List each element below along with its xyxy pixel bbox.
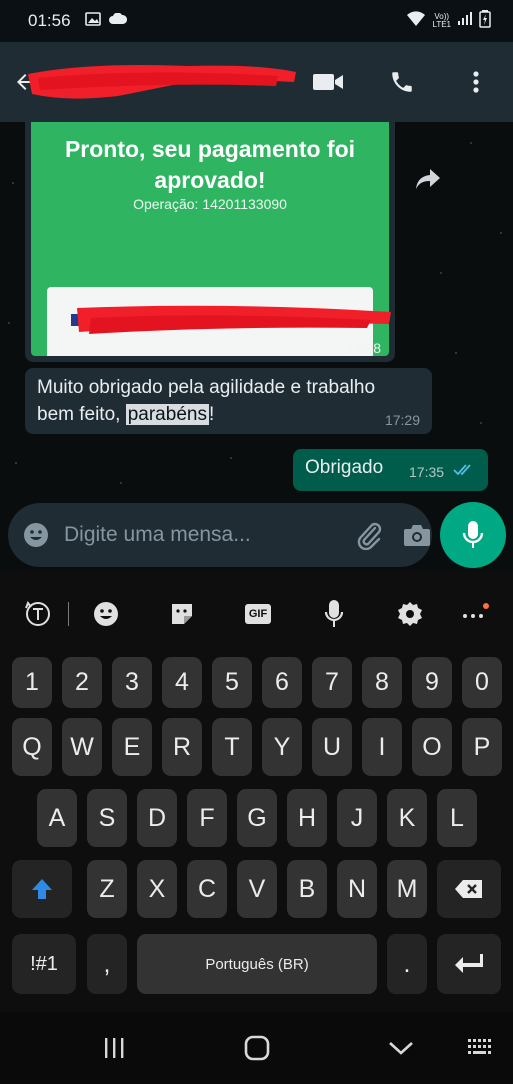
forward-icon[interactable] <box>410 164 446 194</box>
emoji-icon[interactable] <box>86 592 126 636</box>
message-composer <box>8 503 432 567</box>
message-text: Muito obrigado pela agilidade e trabalho… <box>37 377 376 425</box>
key-c[interactable]: C <box>187 860 227 918</box>
message-time: 17:28 <box>345 340 381 356</box>
key-b[interactable]: B <box>287 860 327 918</box>
comma-key[interactable]: , <box>87 934 127 994</box>
attach-icon[interactable] <box>355 518 383 552</box>
read-ticks-icon <box>453 463 475 482</box>
key-l[interactable]: L <box>437 789 477 847</box>
key-o[interactable]: O <box>412 718 452 776</box>
emoji-icon[interactable] <box>22 519 50 551</box>
navigation-bar <box>0 1012 513 1084</box>
contact-name-redaction[interactable] <box>28 60 298 104</box>
enter-key[interactable] <box>437 934 501 994</box>
key-y[interactable]: Y <box>262 718 302 776</box>
keyboard: GIF 1 2 3 4 5 6 7 8 9 0 Q W E R T Y U I … <box>0 572 513 1012</box>
chat-header <box>0 42 513 122</box>
key-p[interactable]: P <box>462 718 502 776</box>
key-d[interactable]: D <box>137 789 177 847</box>
highlighted-word: parabéns <box>125 404 209 425</box>
key-1[interactable]: 1 <box>12 657 52 708</box>
key-2[interactable]: 2 <box>62 657 102 708</box>
message-text: Obrigado <box>305 457 384 478</box>
key-z[interactable]: Z <box>87 860 127 918</box>
settings-icon[interactable] <box>390 592 430 636</box>
payment-title: Pronto, seu pagamento foi aprovado! <box>64 136 356 193</box>
key-8[interactable]: 8 <box>362 657 402 708</box>
shift-icon <box>32 879 52 899</box>
mic-icon <box>462 521 484 548</box>
key-h[interactable]: H <box>287 789 327 847</box>
voice-input-icon[interactable] <box>314 592 354 636</box>
key-3[interactable]: 3 <box>112 657 152 708</box>
battery-icon <box>479 9 491 33</box>
backspace-key[interactable] <box>437 860 501 918</box>
key-j[interactable]: J <box>337 789 377 847</box>
key-n[interactable]: N <box>337 860 377 918</box>
wifi-icon <box>406 10 426 32</box>
message-input[interactable] <box>50 515 335 555</box>
video-call-icon[interactable] <box>311 65 345 99</box>
mic-button[interactable] <box>440 502 506 568</box>
key-r[interactable]: R <box>162 718 202 776</box>
key-w[interactable]: W <box>62 718 102 776</box>
key-g[interactable]: G <box>237 789 277 847</box>
key-v[interactable]: V <box>237 860 277 918</box>
key-0[interactable]: 0 <box>462 657 502 708</box>
symbols-key[interactable]: !#1 <box>12 934 76 994</box>
camera-icon[interactable] <box>403 518 431 552</box>
keyboard-toolbar: GIF <box>0 592 513 636</box>
key-9[interactable]: 9 <box>412 657 452 708</box>
key-q[interactable]: Q <box>12 718 52 776</box>
more-icon[interactable] <box>454 592 494 636</box>
status-time: 01:56 <box>28 11 71 30</box>
key-4[interactable]: 4 <box>162 657 202 708</box>
image-icon <box>84 11 101 31</box>
message-time: 17:29 <box>384 412 420 428</box>
sticker-icon[interactable] <box>162 592 202 636</box>
message-time: 17:35 <box>409 464 445 480</box>
volte-indicator: Vo)) LTE1 <box>432 12 451 29</box>
key-m[interactable]: M <box>387 860 427 918</box>
home-icon[interactable] <box>237 1032 277 1064</box>
cloud-icon <box>108 12 127 30</box>
key-t[interactable]: T <box>212 718 252 776</box>
phone-icon[interactable] <box>385 65 419 99</box>
key-i[interactable]: I <box>362 718 402 776</box>
keyboard-switch-icon[interactable] <box>461 1032 501 1064</box>
back-nav-icon[interactable] <box>381 1032 421 1064</box>
key-5[interactable]: 5 <box>212 657 252 708</box>
key-x[interactable]: X <box>137 860 177 918</box>
payment-operation: Operação: 14201133090 <box>133 196 287 212</box>
translate-icon[interactable] <box>18 592 58 636</box>
outgoing-message[interactable]: Obrigado 17:35 <box>293 449 488 491</box>
key-f[interactable]: F <box>187 789 227 847</box>
recent-apps-icon[interactable] <box>94 1032 134 1064</box>
space-key[interactable]: Português (BR) <box>137 934 377 994</box>
shift-key[interactable] <box>12 860 72 918</box>
key-a[interactable]: A <box>37 789 77 847</box>
image-message[interactable]: Pronto, seu pagamento foi aprovado! Oper… <box>25 122 395 362</box>
key-k[interactable]: K <box>387 789 427 847</box>
key-6[interactable]: 6 <box>262 657 302 708</box>
gif-icon[interactable]: GIF <box>238 592 278 636</box>
signal-icon <box>457 11 473 31</box>
key-u[interactable]: U <box>312 718 352 776</box>
more-vert-icon[interactable] <box>459 65 493 99</box>
enter-icon <box>455 954 483 973</box>
status-bar: 01:56 Vo)) LTE1 <box>0 0 513 42</box>
key-e[interactable]: E <box>112 718 152 776</box>
toolbar-divider <box>68 602 69 626</box>
key-7[interactable]: 7 <box>312 657 352 708</box>
backspace-icon <box>455 880 482 898</box>
gif-label: GIF <box>248 608 268 620</box>
period-key[interactable]: . <box>387 934 427 994</box>
payment-details-redaction <box>71 302 393 338</box>
key-s[interactable]: S <box>87 789 127 847</box>
incoming-message[interactable]: Muito obrigado pela agilidade e trabalho… <box>25 368 432 434</box>
